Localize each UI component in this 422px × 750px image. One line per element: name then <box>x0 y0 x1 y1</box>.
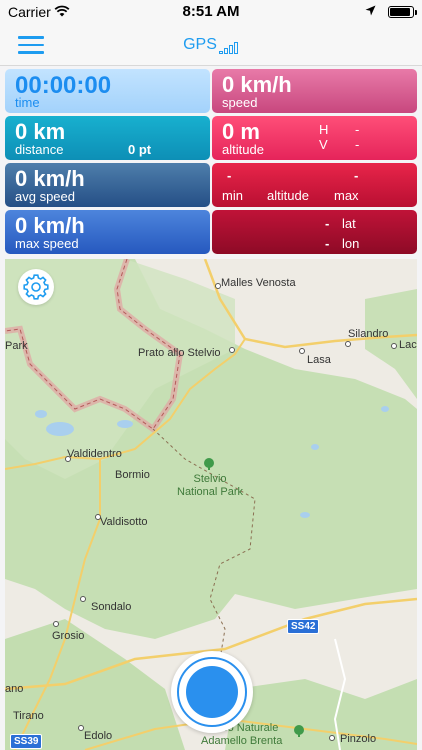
altitude-range-tile[interactable]: - - min altitude max <box>212 163 417 207</box>
park-tree-icon <box>204 458 214 470</box>
road-shield: SS39 <box>10 734 43 749</box>
status-bar: Carrier 8:51 AM <box>0 0 422 24</box>
min-altitude-value: - <box>227 168 232 183</box>
v-accuracy-label: V <box>319 137 328 152</box>
map-place-label: Pinzolo <box>340 733 377 745</box>
speed-tile[interactable]: 0 km/h speed <box>212 69 417 113</box>
map-place-label: Grosio <box>52 630 85 642</box>
battery-icon <box>388 6 417 18</box>
map-place-label: Park <box>5 340 28 352</box>
altitude-range-label: altitude <box>267 188 309 203</box>
map-place-label: Prato allo Stelvio <box>138 347 221 359</box>
min-label: min <box>222 188 243 203</box>
road-shield: SS42 <box>287 619 320 634</box>
time-label: time <box>15 95 40 110</box>
park-label: Stelvio National Park <box>177 473 244 498</box>
latitude-value: - <box>325 216 330 231</box>
app-title: GPS <box>183 36 217 53</box>
points-count: 0 pt <box>128 142 152 157</box>
nav-bar: GPS <box>0 24 422 66</box>
distance-label: distance <box>15 142 64 157</box>
map-marker <box>229 347 235 353</box>
max-speed-tile[interactable]: 0 km/h max speed <box>5 210 210 254</box>
map-place-label: Tirano <box>13 710 44 722</box>
signal-strength-icon <box>218 36 239 54</box>
altitude-tile[interactable]: 0 m altitude H - V - <box>212 116 417 160</box>
position-tile[interactable]: - lat - lon <box>212 210 417 254</box>
map-marker <box>329 735 335 741</box>
map-place-label: Silandro <box>348 328 389 340</box>
longitude-label: lon <box>342 236 360 251</box>
latitude-label: lat <box>342 216 356 231</box>
h-accuracy-value: - <box>355 122 360 137</box>
speed-label: speed <box>222 95 258 110</box>
longitude-value: - <box>325 236 330 251</box>
map-marker <box>391 343 397 349</box>
park-tree-icon <box>294 725 304 737</box>
clock: 8:51 AM <box>182 3 240 20</box>
map-place-label: Sondalo <box>91 601 132 613</box>
altitude-label: altitude <box>222 142 264 157</box>
h-accuracy-label: H <box>319 122 329 137</box>
map-place-label: Lasa <box>307 354 331 366</box>
map-place-label: ano <box>5 683 24 695</box>
nav-title: GPS <box>0 36 422 54</box>
map-place-label: Bormio <box>115 469 150 481</box>
battery-level <box>390 8 410 16</box>
map-marker <box>299 348 305 354</box>
settings-button[interactable] <box>18 269 54 305</box>
v-accuracy-value: - <box>355 137 360 152</box>
avg-speed-label: avg speed <box>15 189 75 204</box>
map-marker <box>80 596 86 602</box>
record-icon <box>186 666 238 718</box>
avg-speed-tile[interactable]: 0 km/h avg speed <box>5 163 210 207</box>
map-marker <box>53 621 59 627</box>
location-arrow-icon <box>365 5 376 16</box>
record-button[interactable] <box>171 651 253 733</box>
max-altitude-value: - <box>354 168 359 183</box>
max-speed-label: max speed <box>15 236 79 251</box>
map-place-label: Valdisotto <box>100 516 148 528</box>
max-label: max <box>334 188 359 203</box>
map-place-label: Edolo <box>84 730 113 742</box>
distance-tile[interactable]: 0 km distance 0 pt <box>5 116 210 160</box>
gear-icon <box>23 274 49 300</box>
map-marker <box>345 341 351 347</box>
time-tile[interactable]: 00:00:00 time <box>5 69 210 113</box>
map-place-label: Malles Venosta <box>221 277 296 289</box>
map-place-label: Valdidentro <box>67 448 122 460</box>
map-place-label: Lac <box>399 339 417 351</box>
map-view[interactable]: Malles Venosta Silandro Lac Prato allo S… <box>5 259 417 750</box>
